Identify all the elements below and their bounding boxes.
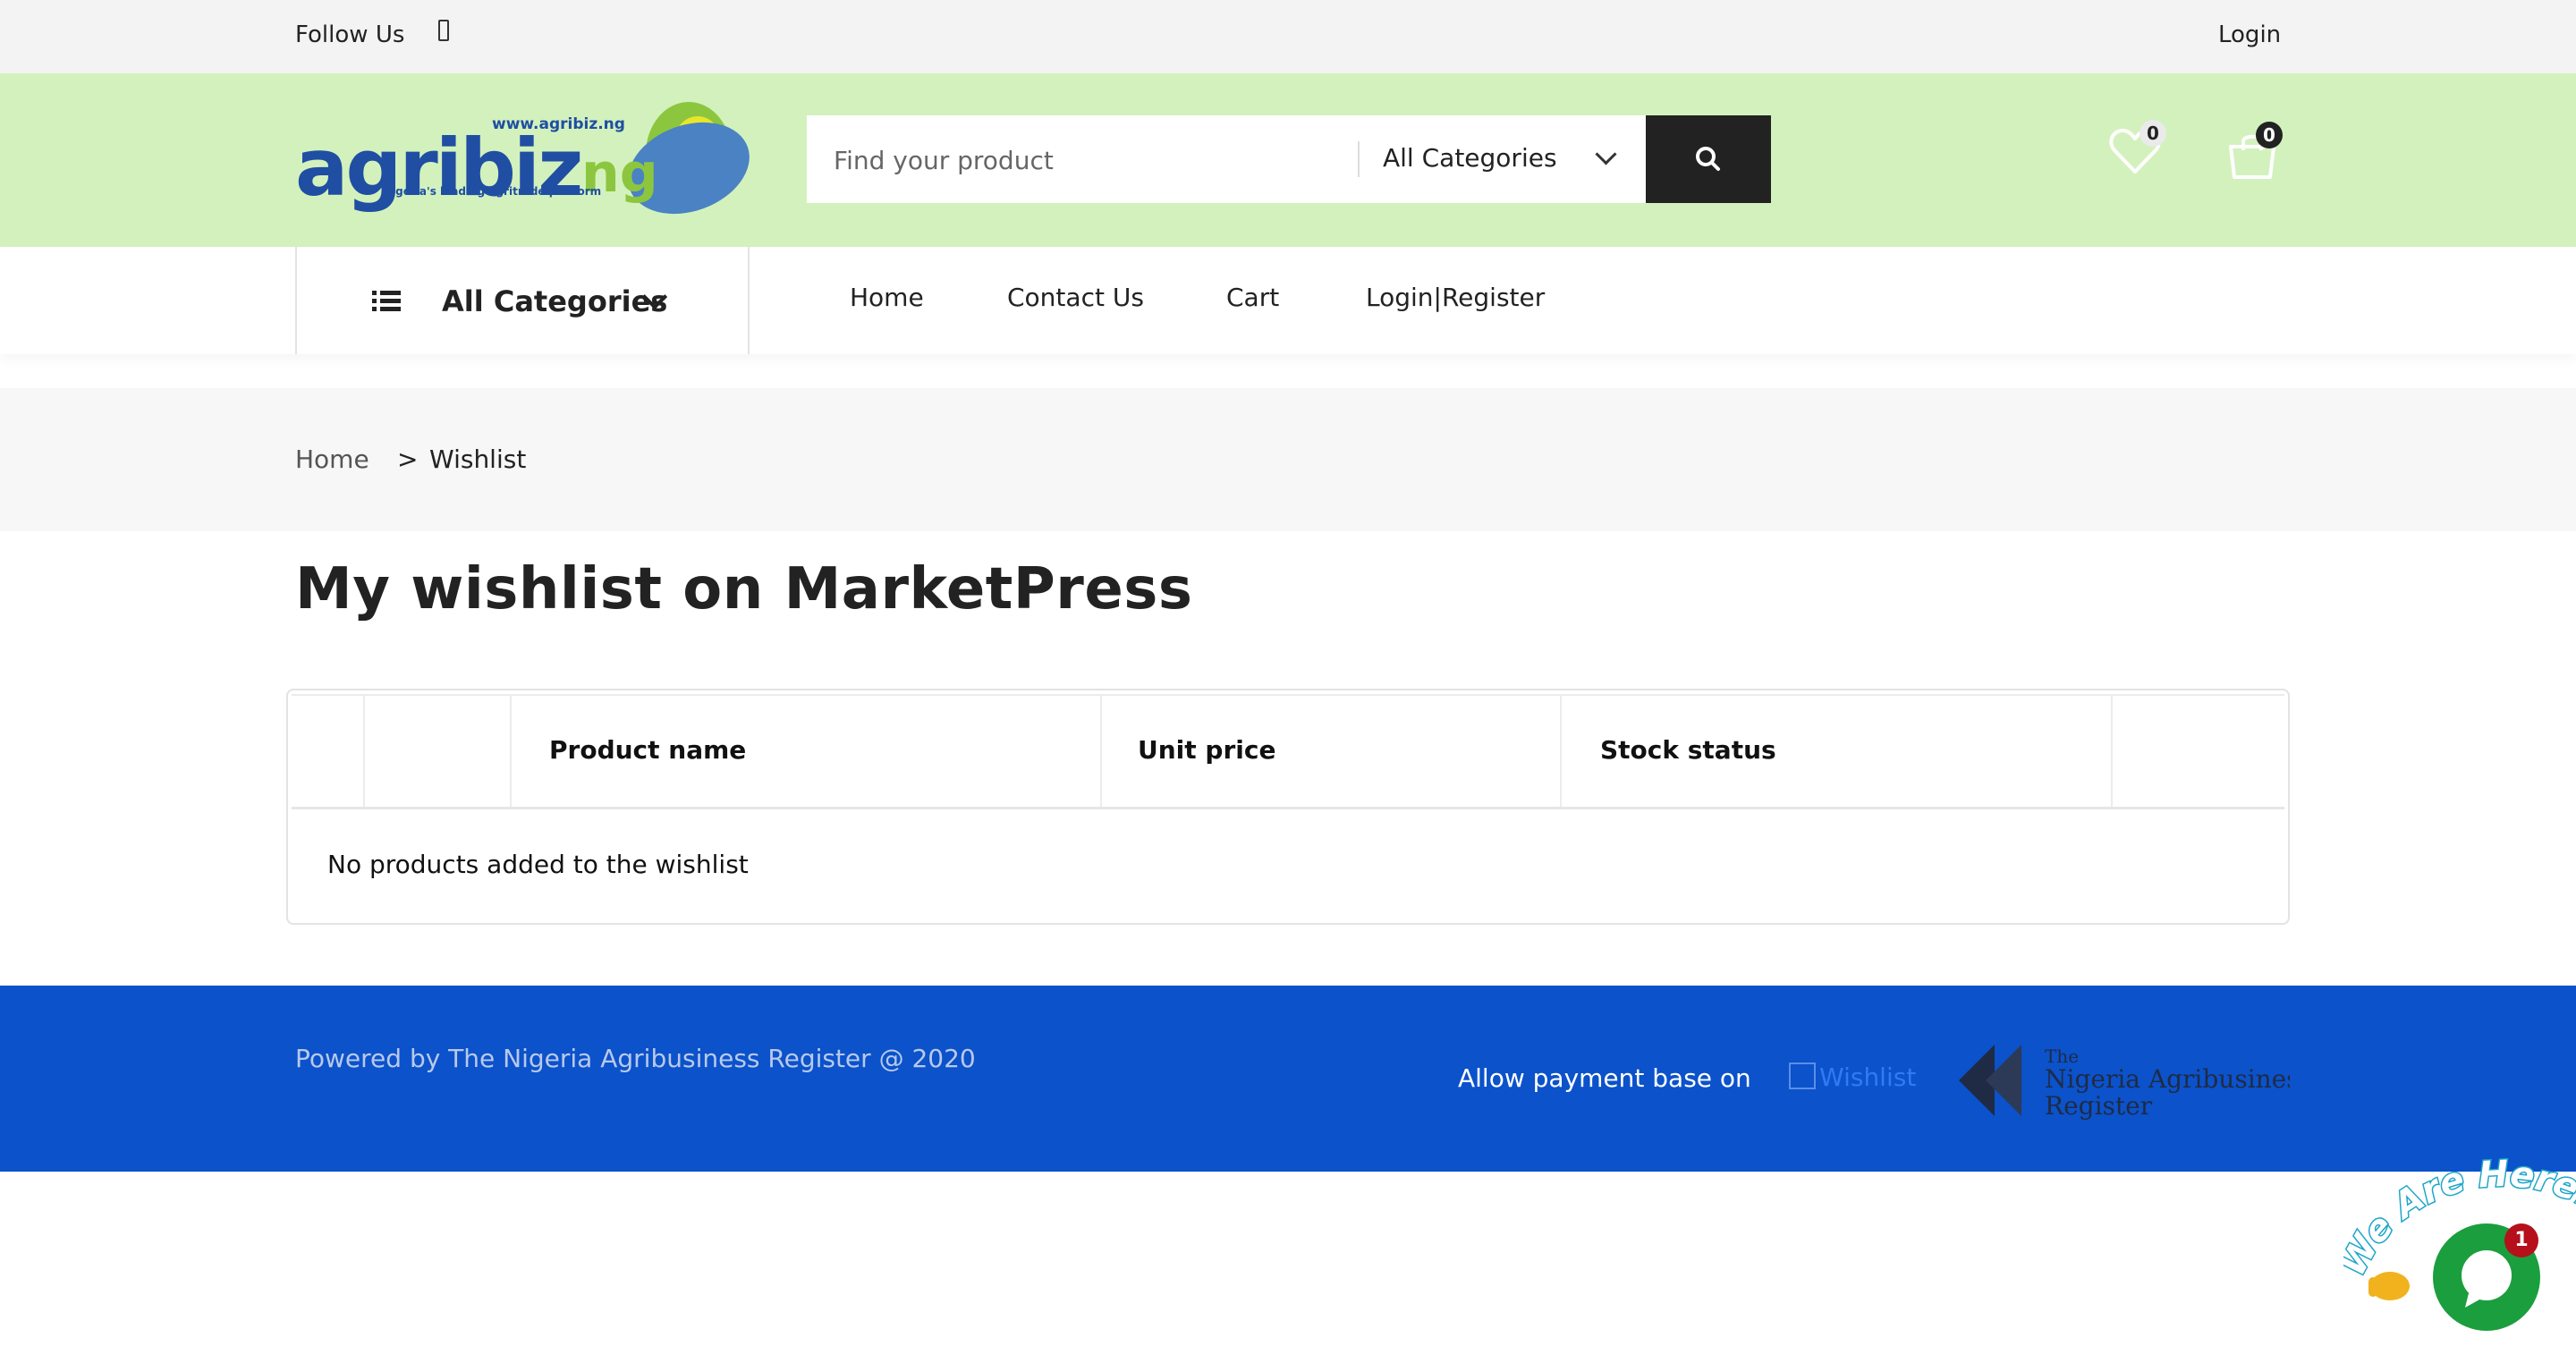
page-title: My wishlist on MarketPress [295,556,1193,622]
chat-notification-badge: 1 [2504,1223,2538,1257]
logo-wordmark-main: agribiz [295,122,580,214]
column-header-stock-status: Stock status [1600,735,1776,765]
nav-login-register[interactable]: Login|Register [1366,283,1545,312]
register-logo-line2: Nigeria Agribusiness [2045,1064,2290,1094]
column-header-unit-price: Unit price [1138,735,1276,765]
follow-us-label: Follow Us [295,21,405,48]
logo-tagline: Nigeria's leading agritrade platform [383,185,601,198]
powered-by-text: Powered by The Nigeria Agribusiness Regi… [295,1044,976,1073]
logo-url: www.agribiz.ng [492,115,625,133]
breadcrumb-home[interactable]: Home [295,444,369,474]
broken-image-icon [1789,1062,1816,1089]
payment-image-alt: Wishlist [1819,1062,1917,1092]
table-header-divider [292,807,2284,809]
nav-cart[interactable]: Cart [1226,283,1279,312]
search-icon [1696,147,1720,171]
register-logo-line3: Register [2045,1091,2153,1121]
all-categories-label[interactable]: All Categories [442,284,667,318]
column-divider [1560,694,1562,808]
waving-hand-icon [2368,1272,2410,1300]
nav-home[interactable]: Home [850,283,924,312]
top-login-link[interactable]: Login [2218,21,2281,48]
agribiz-logo[interactable]: agribiz ng www.agribiz.ng Nigeria's lead… [295,98,753,224]
search-input[interactable] [832,134,1345,186]
breadcrumb-current: Wishlist [429,444,527,474]
social-icon[interactable] [438,20,449,41]
column-divider [510,694,512,808]
column-divider [1100,694,1102,808]
list-icon [372,291,401,311]
wishlist-count-badge: 0 [2140,120,2166,147]
empty-wishlist-message: No products added to the wishlist [327,850,749,879]
column-divider [363,694,365,808]
column-divider [2111,694,2113,808]
breadcrumb-separator: > [397,444,419,474]
nigeria-agribusiness-register-logo: The Nigeria Agribusiness Register [1959,1045,2290,1121]
table-top-line [292,694,2284,696]
search-button[interactable] [1646,115,1771,203]
search-divider [1358,141,1360,177]
category-select[interactable]: All Categories [1383,143,1557,173]
breadcrumb [0,388,2576,531]
nav-contact-us[interactable]: Contact Us [1007,283,1144,312]
allow-payment-label: Allow payment base on [1458,1063,1751,1093]
column-header-product-name: Product name [549,735,747,765]
cart-count-badge: 0 [2256,122,2283,148]
